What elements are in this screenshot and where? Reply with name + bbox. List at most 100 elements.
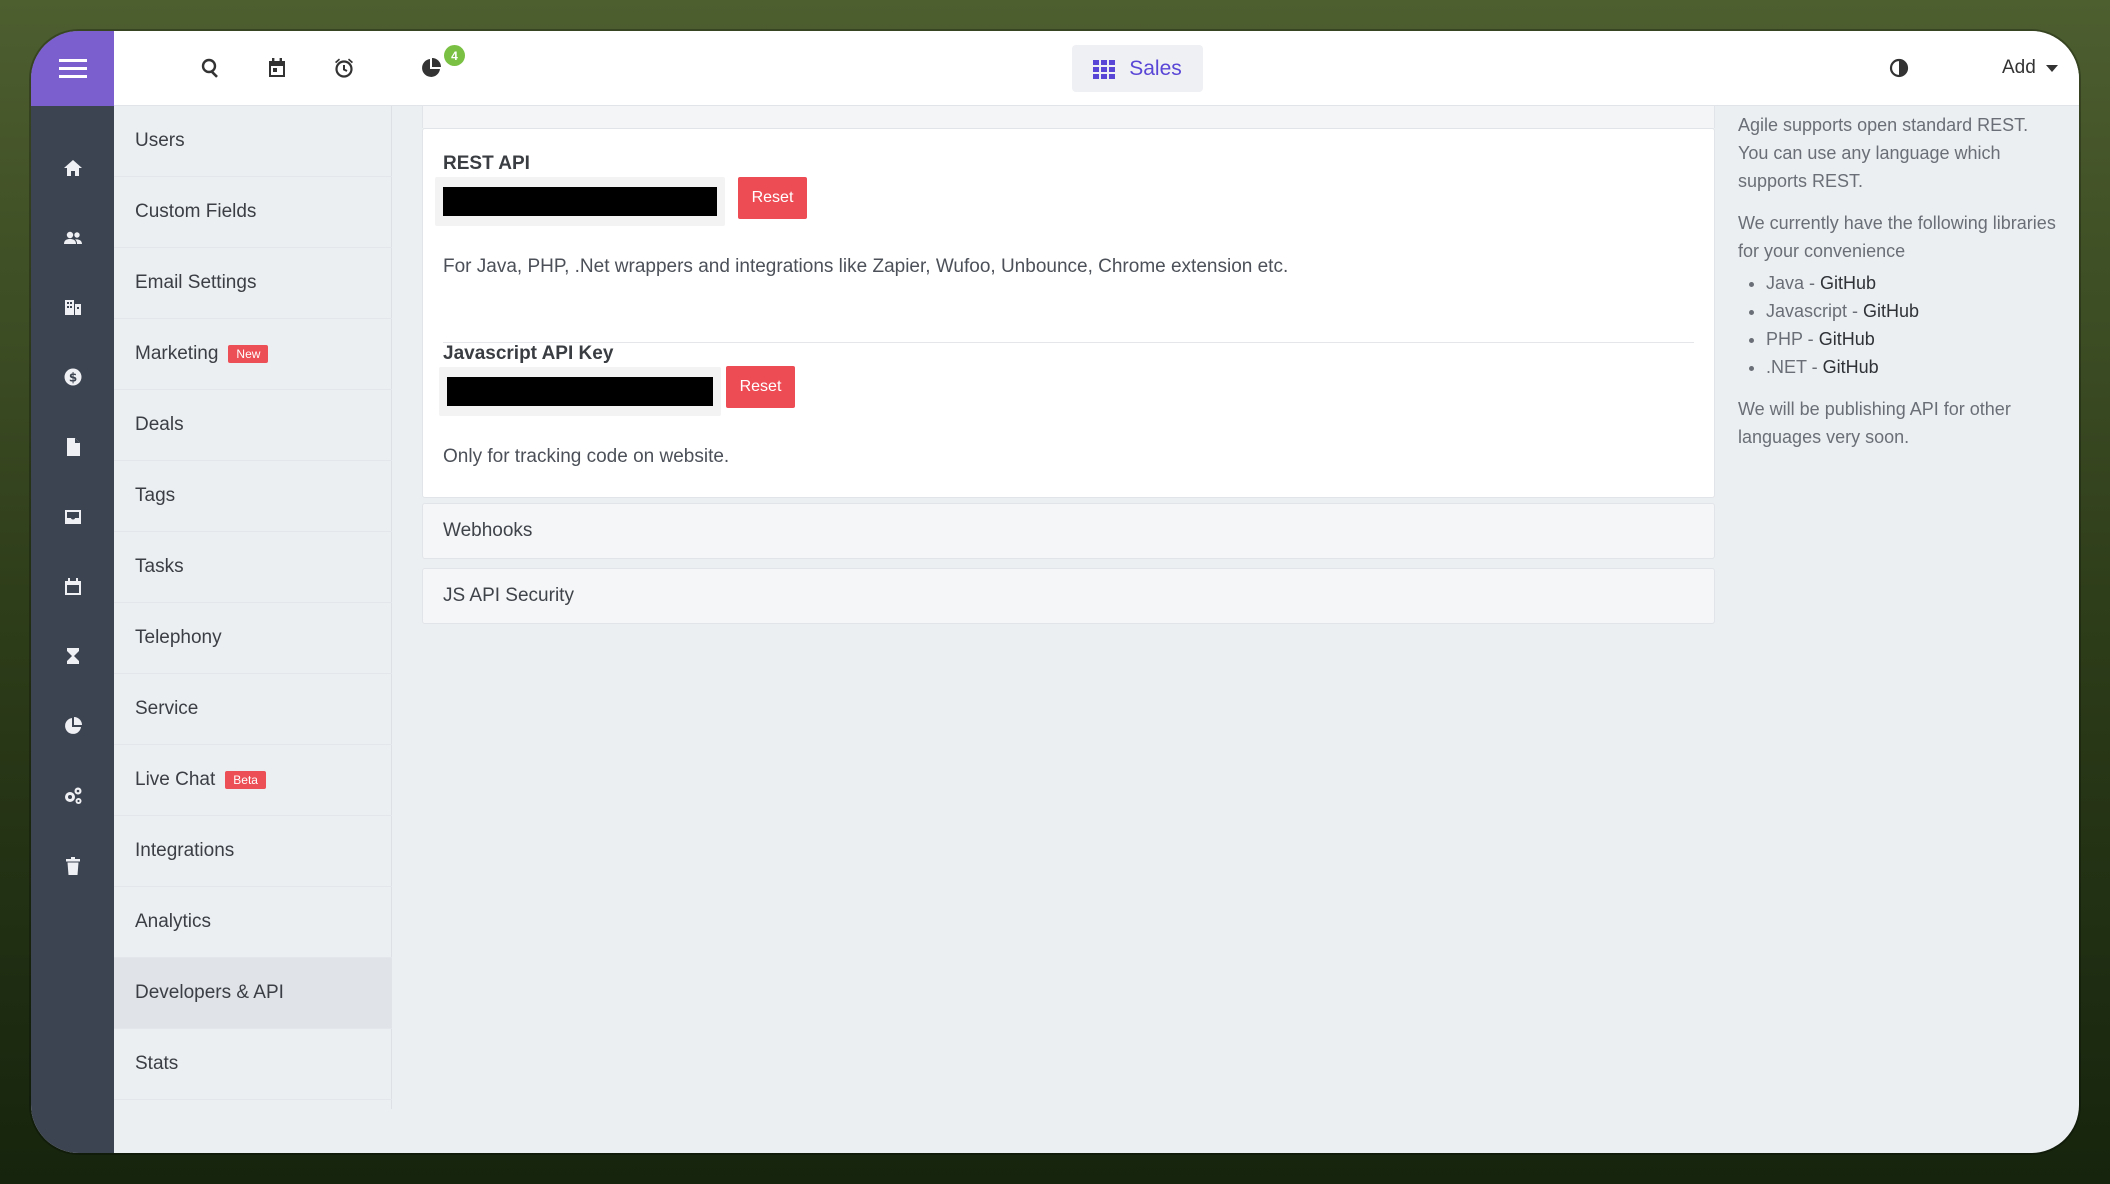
theme-toggle-button[interactable] [1882, 51, 1916, 85]
alarm-clock-icon [335, 58, 353, 78]
documents-icon [66, 438, 80, 456]
rest-api-description: For Java, PHP, .Net wrappers and integra… [443, 256, 1289, 277]
caret-down-icon [2045, 64, 2058, 72]
js-api-key-field[interactable] [439, 367, 721, 416]
sidebar-item-service[interactable]: Service [114, 674, 392, 745]
sidebar-item-label: Developers & API [135, 982, 284, 1003]
library-item: PHP - GitHub [1766, 325, 2058, 353]
new-badge: New [228, 345, 269, 363]
add-dropdown-button[interactable]: Add [2002, 51, 2058, 85]
menu-icon [58, 58, 87, 78]
sidebar-item-label: Tasks [135, 556, 184, 577]
sidebar-item-custom-fields[interactable]: Custom Fields [114, 177, 392, 248]
library-lang: PHP - [1766, 329, 1819, 349]
rail-tasks[interactable] [31, 636, 114, 676]
sidebar-item-developers-api[interactable]: Developers & API [114, 958, 392, 1029]
rail-calendar[interactable] [31, 567, 114, 607]
sidebar-item-label: Telephony [135, 627, 222, 648]
home-icon [63, 160, 82, 176]
sidebar-item-label: Email Settings [135, 272, 257, 293]
library-list: Java - GitHub Javascript - GitHub PHP - … [1766, 269, 2058, 381]
module-switcher-button[interactable]: Sales [1072, 45, 1203, 92]
rail-inbox[interactable] [31, 497, 114, 537]
contrast-icon [1889, 58, 1909, 78]
sidebar-item-tags[interactable]: Tags [114, 461, 392, 532]
inbox-icon [64, 510, 81, 524]
api-keys-panel: REST API Reset For Java, PHP, .Net wrapp… [422, 128, 1715, 498]
companies-icon [64, 300, 81, 315]
github-link[interactable]: GitHub [1823, 357, 1879, 377]
library-item: Javascript - GitHub [1766, 297, 2058, 325]
sidebar-item-label: Stats [135, 1053, 179, 1074]
sidebar-item-label: Service [135, 698, 199, 719]
library-lang: Java - [1766, 273, 1821, 293]
rail-trash[interactable] [31, 846, 114, 886]
api-help-sidebar: Agile supports open standard REST. You c… [1738, 111, 2058, 465]
library-lang: .NET - [1766, 357, 1823, 377]
rail-reports[interactable] [31, 706, 114, 746]
help-libraries-intro: We currently have the following librarie… [1738, 213, 2056, 261]
calendar-icon [269, 58, 285, 77]
notifications-button[interactable] [414, 51, 448, 85]
redacted-key [447, 377, 713, 406]
help-outro: We will be publishing API for other lang… [1738, 399, 2011, 447]
rest-api-reset-button[interactable]: Reset [738, 177, 807, 219]
sidebar-item-label: Live Chat [135, 769, 216, 790]
app-window: $ 4 Sales Add Users Custom Fields Email … [31, 31, 2079, 1153]
rest-api-key-field[interactable] [435, 177, 725, 226]
sidebar-item-integrations[interactable]: Integrations [114, 816, 392, 887]
settings-sidebar: Users Custom Fields Email Settings Marke… [114, 106, 392, 1153]
github-link[interactable]: GitHub [1863, 301, 1919, 321]
search-button[interactable] [194, 51, 228, 85]
library-item: .NET - GitHub [1766, 353, 2058, 381]
js-api-security-panel[interactable]: JS API Security [422, 568, 1715, 624]
help-intro: Agile supports open standard REST. You c… [1738, 115, 2029, 191]
sidebar-item-label: Custom Fields [135, 201, 257, 222]
pie-chart-icon [64, 717, 82, 734]
trash-icon [65, 857, 80, 875]
calendar-button[interactable] [260, 51, 294, 85]
sidebar-item-label: Marketing [135, 343, 219, 364]
search-icon [201, 58, 218, 78]
api-keys-panel-header [422, 106, 1715, 128]
icon-rail: $ [31, 31, 114, 1153]
rail-deals[interactable]: $ [31, 357, 114, 397]
rail-settings[interactable] [31, 776, 114, 816]
sidebar-item-telephony[interactable]: Telephony [114, 603, 392, 674]
rail-documents[interactable] [31, 427, 114, 467]
alarm-button[interactable] [327, 51, 361, 85]
rest-api-label: REST API [443, 153, 530, 174]
grid-icon [1093, 59, 1116, 79]
sidebar-item-users[interactable]: Users [114, 106, 392, 177]
rail-contacts[interactable] [31, 218, 114, 258]
js-api-key-label: Javascript API Key [443, 343, 614, 364]
webhooks-panel[interactable]: Webhooks [422, 503, 1715, 559]
sidebar-item-marketing[interactable]: Marketing New [114, 319, 392, 390]
settings-menu: Users Custom Fields Email Settings Marke… [114, 106, 392, 1109]
divider [443, 342, 1694, 343]
hourglass-icon [66, 648, 79, 664]
sidebar-item-live-chat[interactable]: Live Chat Beta [114, 745, 392, 816]
top-header: 4 Sales Add [114, 31, 2079, 106]
sidebar-item-analytics[interactable]: Analytics [114, 887, 392, 958]
github-link[interactable]: GitHub [1820, 273, 1876, 293]
sidebar-item-stats[interactable]: Stats [114, 1029, 392, 1100]
sidebar-item-tasks[interactable]: Tasks [114, 532, 392, 603]
github-link[interactable]: GitHub [1819, 329, 1875, 349]
deals-icon: $ [64, 368, 81, 386]
contacts-icon [63, 231, 82, 244]
sidebar-item-label: Tags [135, 485, 176, 506]
sidebar-item-label: Analytics [135, 911, 212, 932]
gears-icon [64, 787, 81, 804]
library-lang: Javascript - [1766, 301, 1864, 321]
sidebar-item-label: Deals [135, 414, 184, 435]
menu-toggle-button[interactable] [31, 31, 114, 106]
module-label: Sales [1129, 56, 1182, 80]
sidebar-item-email-settings[interactable]: Email Settings [114, 248, 392, 319]
js-api-description: Only for tracking code on website. [443, 446, 730, 467]
rail-home[interactable] [31, 148, 114, 188]
js-api-reset-button[interactable]: Reset [726, 366, 795, 408]
rail-companies[interactable] [31, 287, 114, 327]
redacted-key [443, 187, 717, 216]
sidebar-item-deals[interactable]: Deals [114, 390, 392, 461]
